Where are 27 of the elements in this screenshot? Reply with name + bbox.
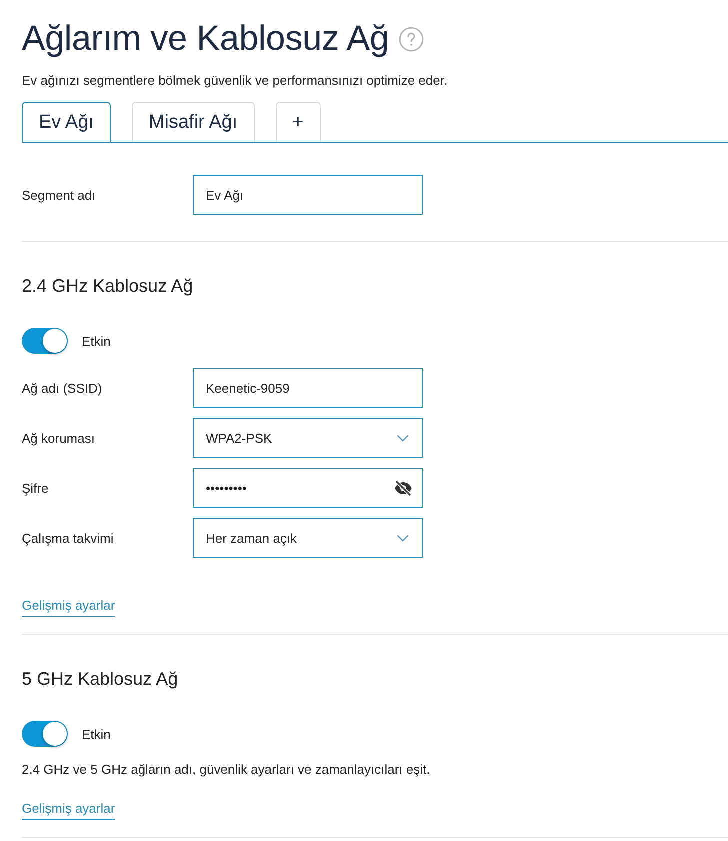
toggle-label: Etkin: [82, 334, 111, 348]
field-label: Çalışma takvimi: [22, 530, 115, 546]
toggle-switch[interactable]: [22, 721, 68, 747]
tab[interactable]: Misafir Ağı: [132, 102, 255, 142]
tab[interactable]: Ev Ağı: [22, 102, 111, 142]
info-text: 2.4 GHz ve 5 GHz ağların adı, güvenlik ayarları ve zamanlayıcıları eşit.: [22, 761, 430, 779]
text-field[interactable]: Ev Ağı: [193, 175, 423, 215]
section-title: 5 GHz Kablosuz Ağ: [22, 668, 178, 691]
page-title: Ağlarım ve Kablosuz Ağ: [22, 19, 390, 59]
dropdown-field[interactable]: WPA2-PSK: [193, 418, 423, 458]
field-label: Segment adı: [22, 188, 97, 202]
field-label: Ağ koruması: [22, 430, 96, 446]
chevron-down-icon: [397, 534, 409, 542]
toggle-switch[interactable]: [22, 328, 68, 354]
field-label: Şifre: [22, 480, 50, 496]
password-field[interactable]: •••••••••: [193, 468, 423, 508]
section-title: 2.4 GHz Kablosuz Ağ: [22, 275, 194, 298]
advanced-settings-link[interactable]: Gelişmiş ayarlar: [22, 800, 116, 820]
dropdown-field[interactable]: Her zaman açık: [193, 518, 423, 558]
page-description: Ev ağınızı segmentlere bölmek güvenlik ve performansınızı optimize eder.: [22, 72, 449, 90]
eye-slash-icon[interactable]: [394, 480, 413, 496]
text-field[interactable]: Keenetic-9059: [193, 368, 423, 408]
tab[interactable]: +: [276, 102, 321, 142]
chevron-down-icon: [397, 434, 409, 442]
toggle-label: Etkin: [82, 726, 111, 742]
field-label: Ağ adı (SSID): [22, 380, 104, 396]
advanced-settings-link[interactable]: Gelişmiş ayarlar: [22, 597, 116, 617]
